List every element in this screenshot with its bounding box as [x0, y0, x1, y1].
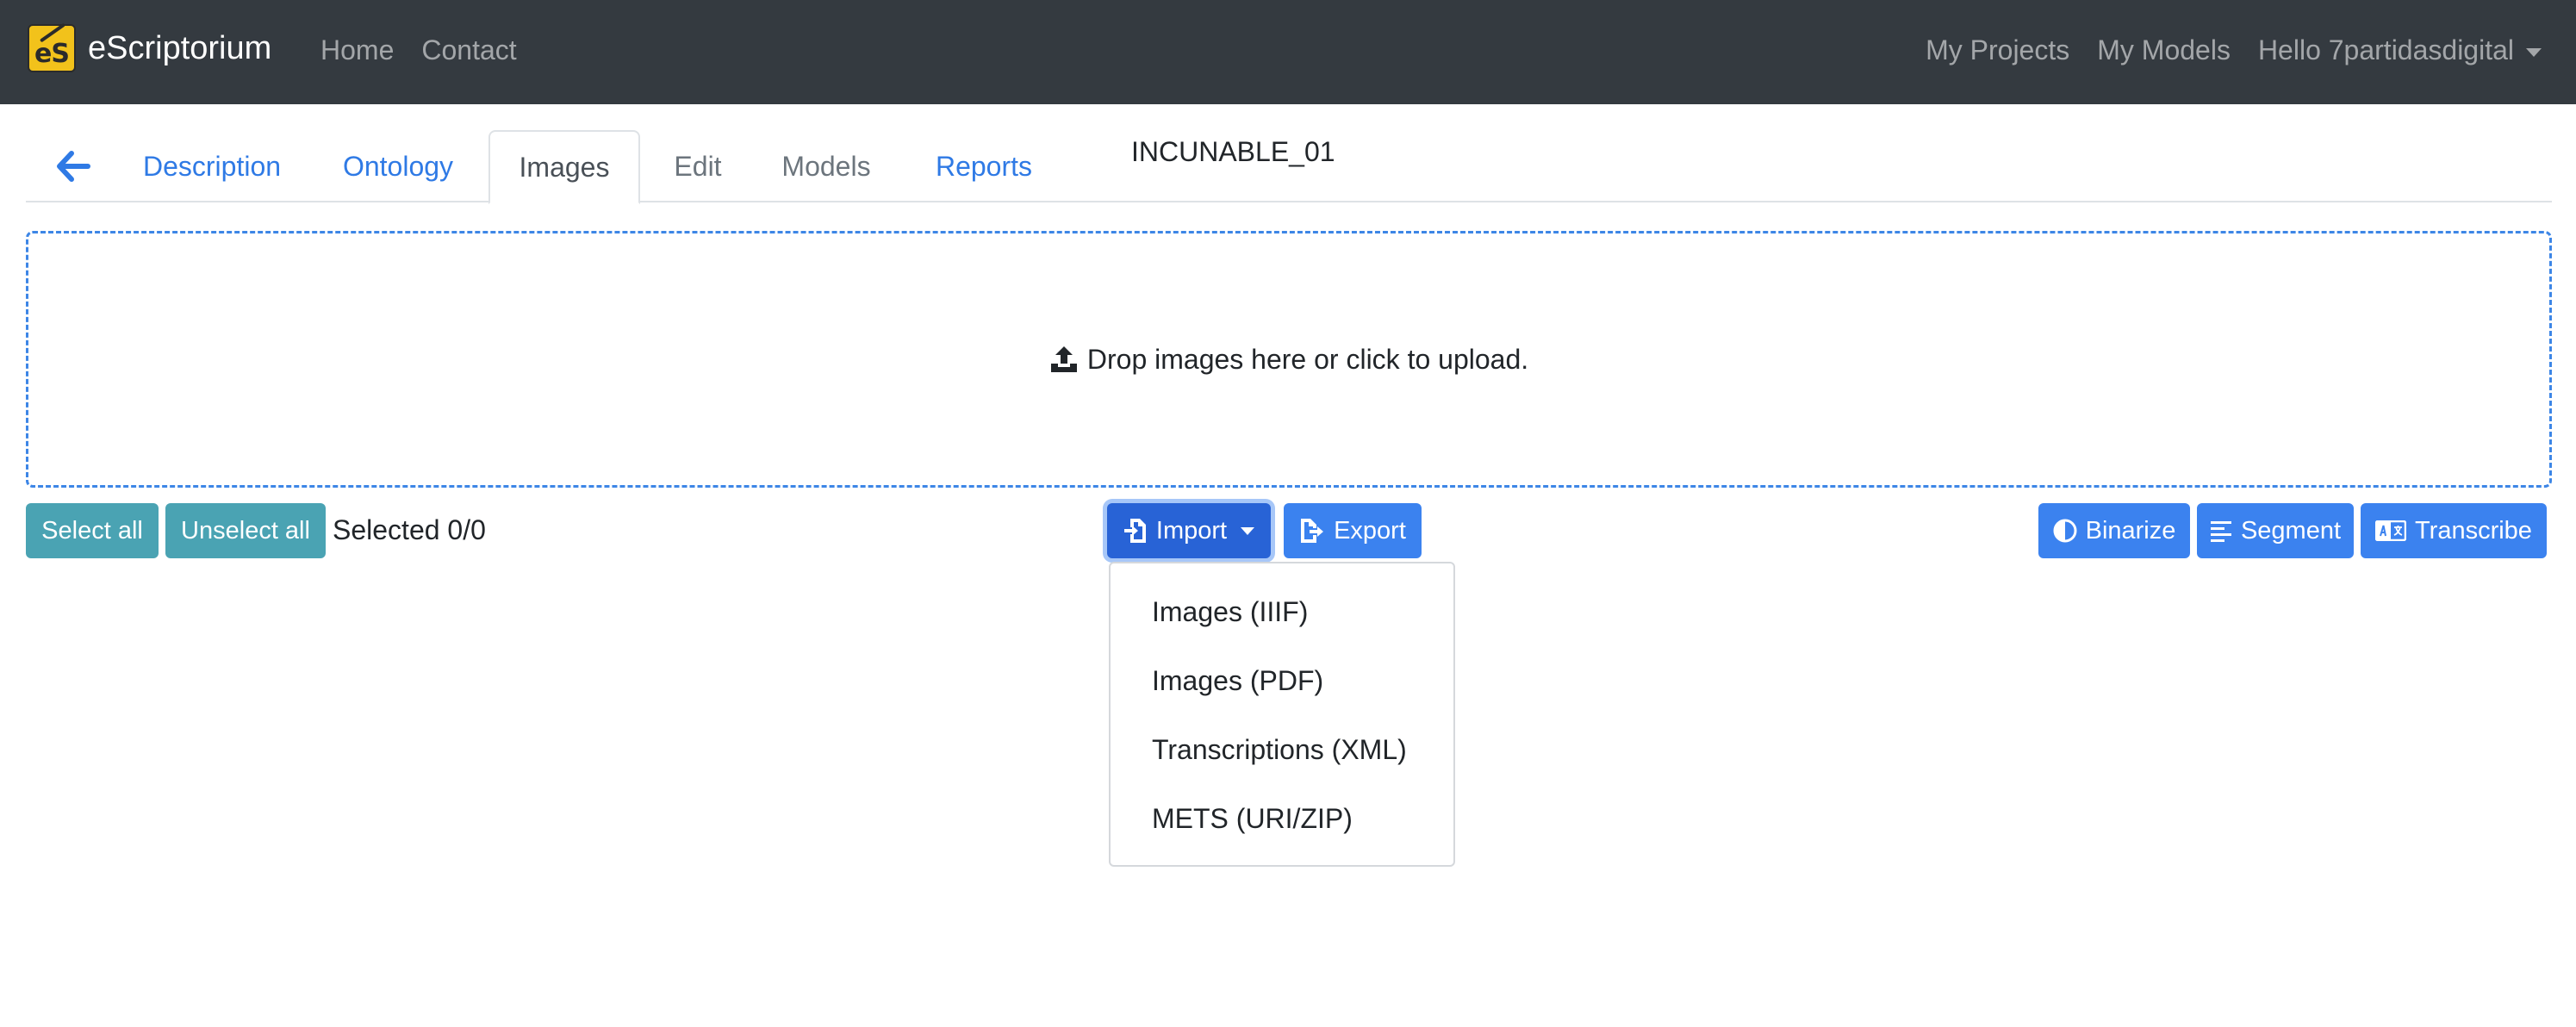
tab-ontology[interactable]: Ontology [317, 130, 479, 202]
tab-edit[interactable]: Edit [648, 130, 748, 202]
upload-icon [1050, 346, 1077, 372]
export-button-label: Export [1334, 516, 1406, 545]
user-nav: My Projects My Models Hello 7partidasdig… [1926, 34, 2542, 66]
back-button[interactable] [52, 149, 95, 184]
import-transcriptions-xml-item[interactable]: Transcriptions (XML) [1111, 715, 1453, 784]
escriptorium-logo: eS [28, 22, 76, 72]
import-images-iiif-item[interactable]: Images (IIIF) [1111, 577, 1453, 646]
arrow-left-icon [57, 151, 90, 182]
binarize-button-label: Binarize [2085, 516, 2176, 545]
caret-down-icon [1241, 526, 1255, 535]
tab-models[interactable]: Models [758, 130, 894, 202]
nav-home-link[interactable]: Home [320, 34, 394, 66]
chevron-down-icon [2526, 47, 2542, 57]
transcribe-button[interactable]: Transcribe [2361, 503, 2547, 558]
user-menu-toggle[interactable]: Hello 7partidasdigital [2258, 34, 2542, 66]
transcribe-button-label: Transcribe [2415, 516, 2532, 545]
tab-reports[interactable]: Reports [911, 130, 1057, 202]
file-import-icon [1123, 519, 1146, 543]
document-title: INCUNABLE_01 [1131, 136, 1335, 167]
brand-logo-text: eS [34, 39, 70, 69]
image-upload-dropzone[interactable]: Drop images here or click to upload. [26, 231, 2552, 488]
dropzone-text: Drop images here or click to upload. [1086, 343, 1529, 375]
segment-button-label: Segment [2240, 516, 2342, 545]
nav-my-models-link[interactable]: My Models [2097, 34, 2231, 66]
select-all-button[interactable]: Select all [26, 503, 159, 558]
unselect-all-button[interactable]: Unselect all [165, 503, 326, 558]
adjust-icon [2053, 519, 2077, 543]
language-icon [2375, 520, 2407, 541]
user-greeting: Hello 7partidasdigital [2257, 34, 2514, 65]
segment-button[interactable]: Segment [2197, 503, 2354, 558]
primary-nav: Home Contact [320, 34, 517, 66]
import-button-label: Import [1155, 516, 1228, 545]
nav-my-projects-link[interactable]: My Projects [1926, 34, 2069, 66]
tab-images[interactable]: Images [488, 130, 640, 204]
import-dropdown-button[interactable]: Import [1107, 503, 1271, 558]
import-dropdown-menu: Images (IIIF) Images (PDF) Transcription… [1109, 562, 1455, 867]
brand-link[interactable]: eS eScriptorium [28, 22, 272, 72]
brand-name: eScriptorium [88, 29, 272, 66]
tab-description[interactable]: Description [126, 130, 298, 202]
align-left-icon [2210, 521, 2231, 542]
export-button[interactable]: Export [1284, 503, 1422, 558]
top-navbar: eS eScriptorium Home Contact My Projects… [0, 0, 2576, 104]
import-mets-item[interactable]: METS (URI/ZIP) [1111, 784, 1453, 853]
binarize-button[interactable]: Binarize [2038, 503, 2190, 558]
nav-contact-link[interactable]: Contact [421, 34, 516, 66]
file-export-icon [1301, 519, 1324, 543]
import-images-pdf-item[interactable]: Images (PDF) [1111, 646, 1453, 715]
selected-count: Selected 0/0 [333, 514, 486, 545]
